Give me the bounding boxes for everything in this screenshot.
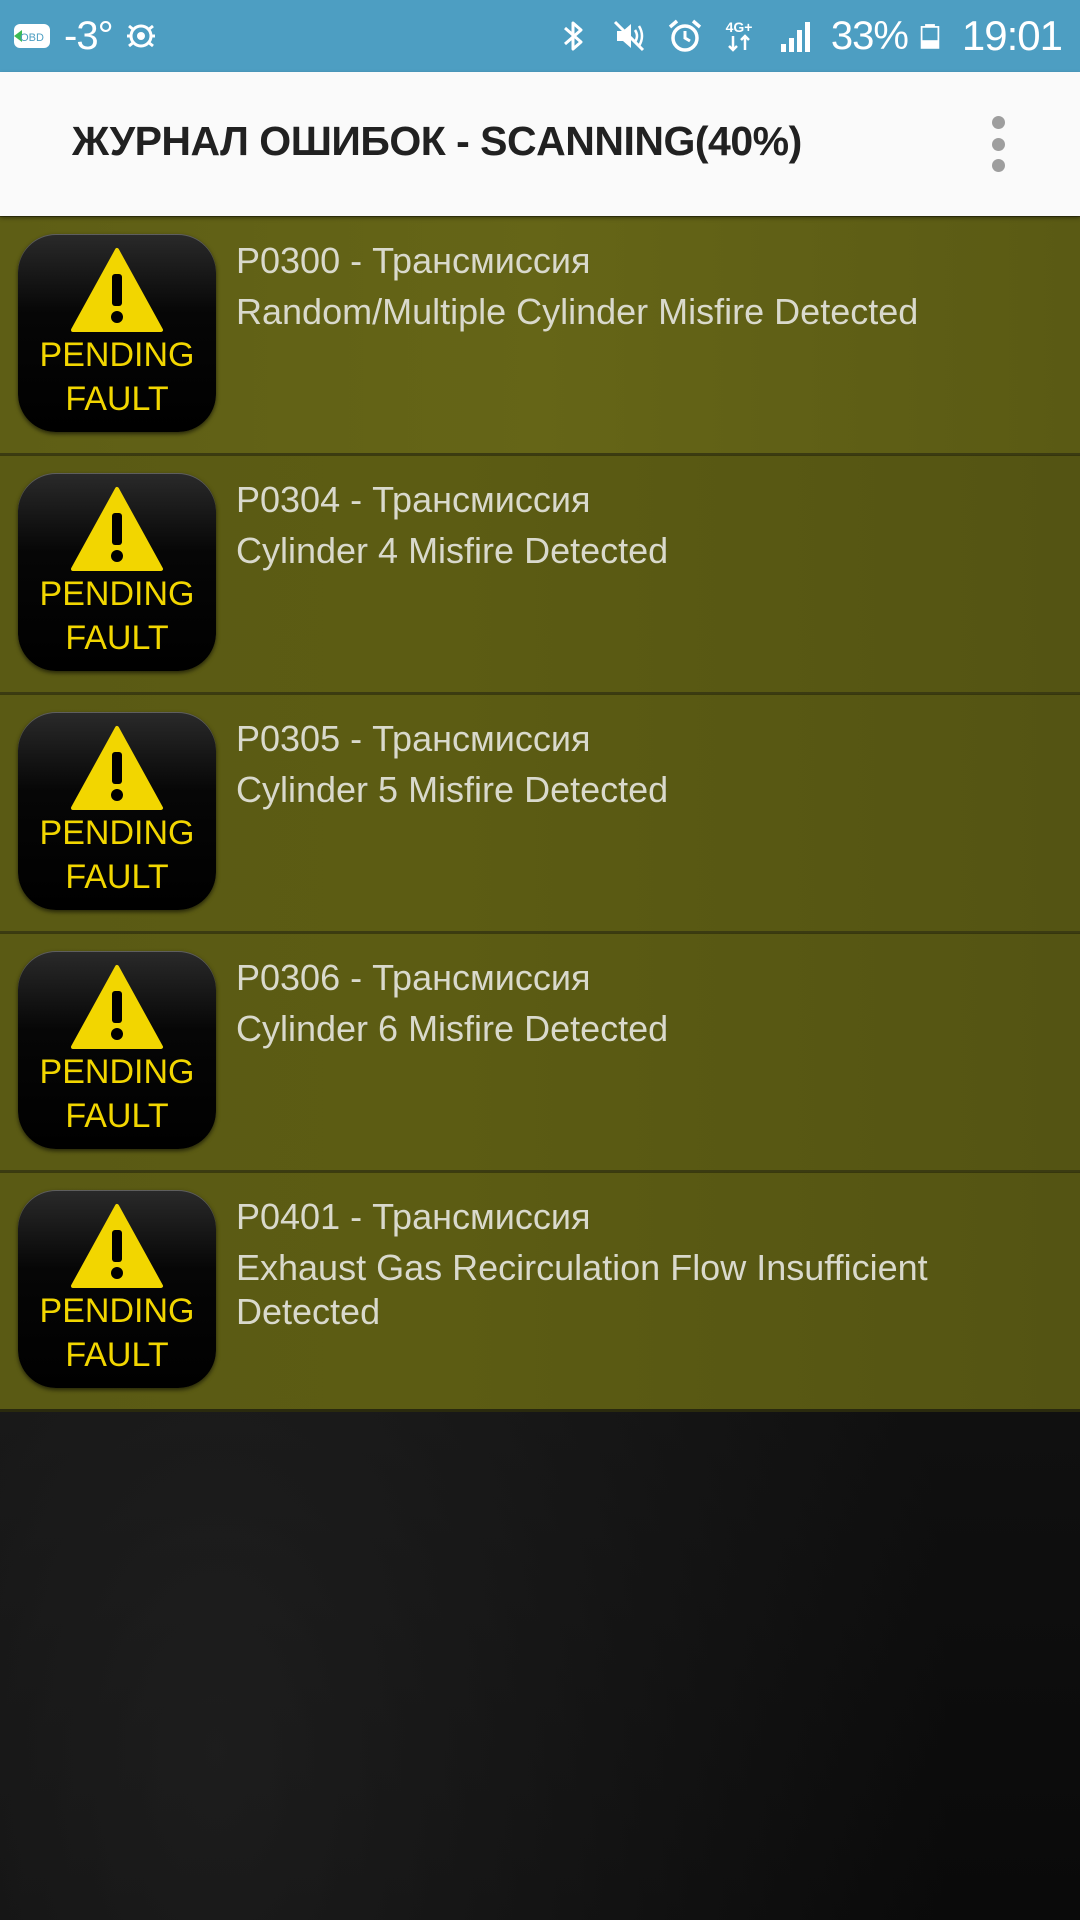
svg-text:OBD: OBD <box>20 32 44 44</box>
warning-icon <box>71 248 163 332</box>
fault-text: P0306 - Трансмиссия Cylinder 6 Misfire D… <box>236 955 1020 1051</box>
overflow-menu-button[interactable] <box>976 116 1020 172</box>
clock-text: 19:01 <box>961 12 1063 59</box>
fault-code: P0304 - Трансмиссия <box>236 479 591 520</box>
badge-label-pending: PENDING <box>39 336 195 374</box>
fault-text: P0304 - Трансмиссия Cylinder 4 Misfire D… <box>236 477 1020 573</box>
fault-code: P0305 - Трансмиссия <box>236 718 591 759</box>
badge-label-fault: FAULT <box>65 1097 169 1135</box>
status-bar-left: OBD -3° <box>12 14 169 59</box>
pending-fault-badge: PENDING FAULT <box>18 473 216 671</box>
network-4g-icon: 4G+ <box>725 19 752 52</box>
mute-icon <box>613 20 644 52</box>
status-bar: OBD -3° 4G+ 33% 19:01 <box>0 0 1080 72</box>
fault-text: P0305 - Трансмиссия Cylinder 5 Misfire D… <box>236 716 1020 812</box>
bluetooth-icon <box>563 21 583 51</box>
badge-label-pending: PENDING <box>39 814 195 852</box>
fault-list: PENDING FAULT P0300 - Трансмиссия Random… <box>0 216 1080 1412</box>
warning-icon <box>71 487 163 571</box>
overflow-menu-icon-dot <box>991 159 1005 172</box>
signal-icon <box>780 22 810 52</box>
network-label: 4G+ <box>725 19 752 35</box>
fault-text: P0300 - Трансмиссия Random/Multiple Cyli… <box>236 238 1020 334</box>
page-title: ЖУРНАЛ ОШИБОК - SCANNING(40%) <box>72 118 802 164</box>
fault-description: Exhaust Gas Recirculation Flow Insuffici… <box>236 1247 928 1332</box>
alarm-icon <box>668 19 701 52</box>
fault-text: P0401 - Трансмиссия Exhaust Gas Recircul… <box>236 1194 1020 1334</box>
badge-label-fault: FAULT <box>65 380 169 418</box>
pending-fault-badge: PENDING FAULT <box>18 1190 216 1388</box>
fault-code: P0401 - Трансмиссия <box>236 1196 591 1237</box>
fault-code: P0300 - Трансмиссия <box>236 240 591 281</box>
fault-description: Random/Multiple Cylinder Misfire Detecte… <box>236 291 919 332</box>
fault-list-item[interactable]: PENDING FAULT P0305 - Трансмиссия Cylind… <box>0 694 1080 933</box>
fault-description: Cylinder 4 Misfire Detected <box>236 530 669 571</box>
pending-fault-badge: PENDING FAULT <box>18 951 216 1149</box>
fault-code: P0306 - Трансмиссия <box>236 957 591 998</box>
app-bar: ЖУРНАЛ ОШИБОК - SCANNING(40%) <box>0 72 1080 216</box>
badge-label-pending: PENDING <box>39 1292 195 1330</box>
fault-list-item[interactable]: PENDING FAULT P0306 - Трансмиссия Cylind… <box>0 933 1080 1172</box>
temperature-text: -3° <box>64 13 114 58</box>
warning-icon <box>71 965 163 1049</box>
badge-label-fault: FAULT <box>65 1336 169 1374</box>
pending-fault-badge: PENDING FAULT <box>18 712 216 910</box>
status-bar-right: 4G+ 33% 19:01 <box>545 12 1063 60</box>
fault-list-item[interactable]: PENDING FAULT P0304 - Трансмиссия Cylind… <box>0 455 1080 694</box>
badge-label-fault: FAULT <box>65 619 169 657</box>
badge-label-pending: PENDING <box>39 575 195 613</box>
fault-list-item[interactable]: PENDING FAULT P0300 - Трансмиссия Random… <box>0 216 1080 455</box>
badge-label-fault: FAULT <box>65 858 169 896</box>
fault-list-item[interactable]: PENDING FAULT P0401 - Трансмиссия Exhaus… <box>0 1172 1080 1412</box>
fault-description: Cylinder 5 Misfire Detected <box>236 769 669 810</box>
overflow-menu-icon-dot <box>991 137 1005 151</box>
warning-icon <box>71 726 163 810</box>
android-debug-icon <box>126 24 155 48</box>
overflow-menu-icon <box>991 116 1005 129</box>
obd-icon: OBD <box>14 24 50 48</box>
content-area: PENDING FAULT P0300 - Трансмиссия Random… <box>0 216 1080 1920</box>
warning-icon <box>71 1204 163 1288</box>
pending-fault-badge: PENDING FAULT <box>18 234 216 432</box>
fault-description: Cylinder 6 Misfire Detected <box>236 1008 669 1049</box>
battery-icon <box>920 24 940 49</box>
battery-percent-text: 33% <box>830 13 909 58</box>
badge-label-pending: PENDING <box>39 1053 195 1091</box>
